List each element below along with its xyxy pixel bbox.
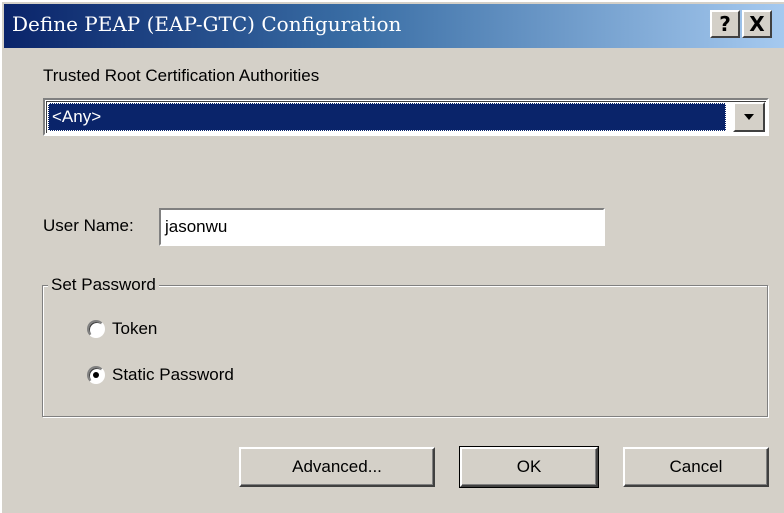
token-label[interactable]: Token [112, 319, 157, 339]
static-password-label[interactable]: Static Password [112, 365, 234, 385]
cert-label: Trusted Root Certification Authorities [43, 66, 320, 85]
advanced-button[interactable]: Advanced... [239, 447, 435, 487]
dropdown-button[interactable] [733, 102, 765, 132]
token-radio[interactable] [87, 320, 105, 338]
title-bar[interactable]: Define PEAP (EAP-GTC) Configuration ? X [4, 4, 784, 48]
cancel-button[interactable]: Cancel [623, 447, 769, 487]
close-button[interactable]: X [742, 10, 772, 38]
set-password-legend: Set Password [48, 275, 159, 295]
set-password-group [42, 285, 768, 417]
help-button[interactable]: ? [710, 10, 740, 38]
window-title: Define PEAP (EAP-GTC) Configuration [12, 12, 402, 36]
user-name-label: User Name: [43, 216, 134, 235]
user-name-input[interactable]: jasonwu [159, 208, 605, 246]
peap-config-dialog: Define PEAP (EAP-GTC) Configuration ? X … [0, 0, 784, 513]
static-password-radio[interactable] [87, 366, 105, 384]
cert-authority-select[interactable]: <Any> [43, 98, 769, 136]
help-icon: ? [719, 12, 731, 36]
radio-selected-dot [93, 372, 99, 378]
chevron-down-icon [744, 114, 754, 120]
close-icon: X [749, 12, 765, 36]
ok-button[interactable]: OK [459, 446, 599, 488]
cert-authority-value: <Any> [48, 103, 726, 131]
